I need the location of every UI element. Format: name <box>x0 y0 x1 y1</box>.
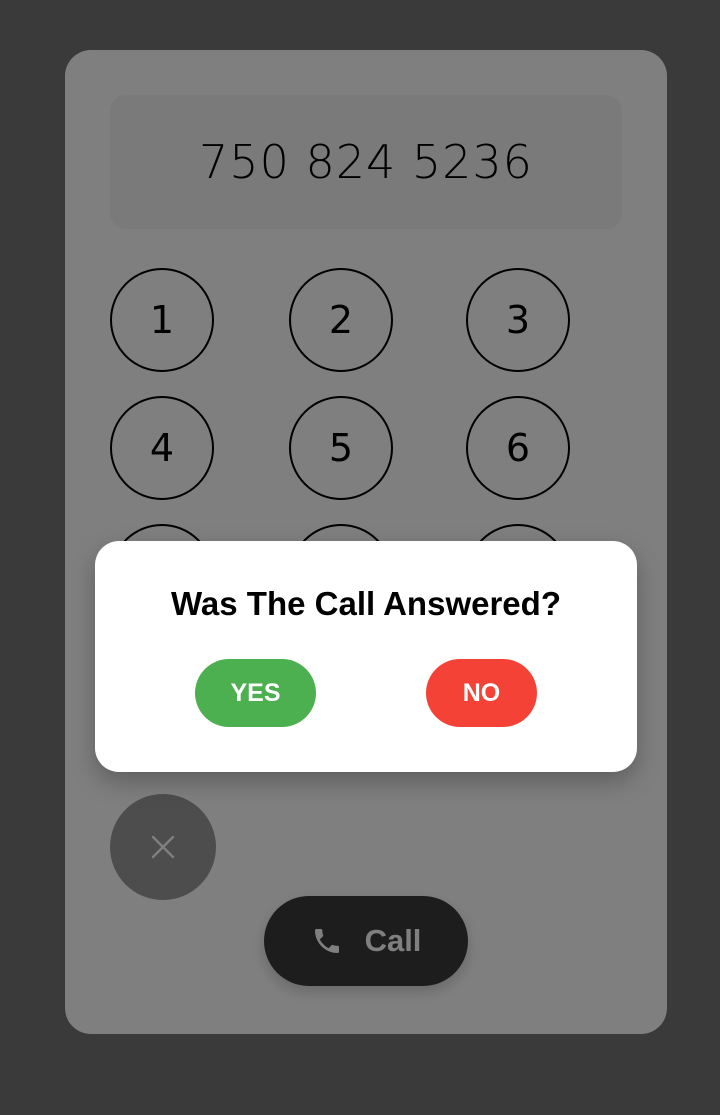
call-answered-dialog: Was The Call Answered? YES NO <box>95 541 637 772</box>
no-button[interactable]: NO <box>426 659 537 727</box>
screen: 750 824 5236 1 2 3 4 5 6 7 8 9 Call Was … <box>0 0 720 1115</box>
yes-button[interactable]: YES <box>195 659 316 727</box>
dialog-title: Was The Call Answered? <box>171 585 561 622</box>
